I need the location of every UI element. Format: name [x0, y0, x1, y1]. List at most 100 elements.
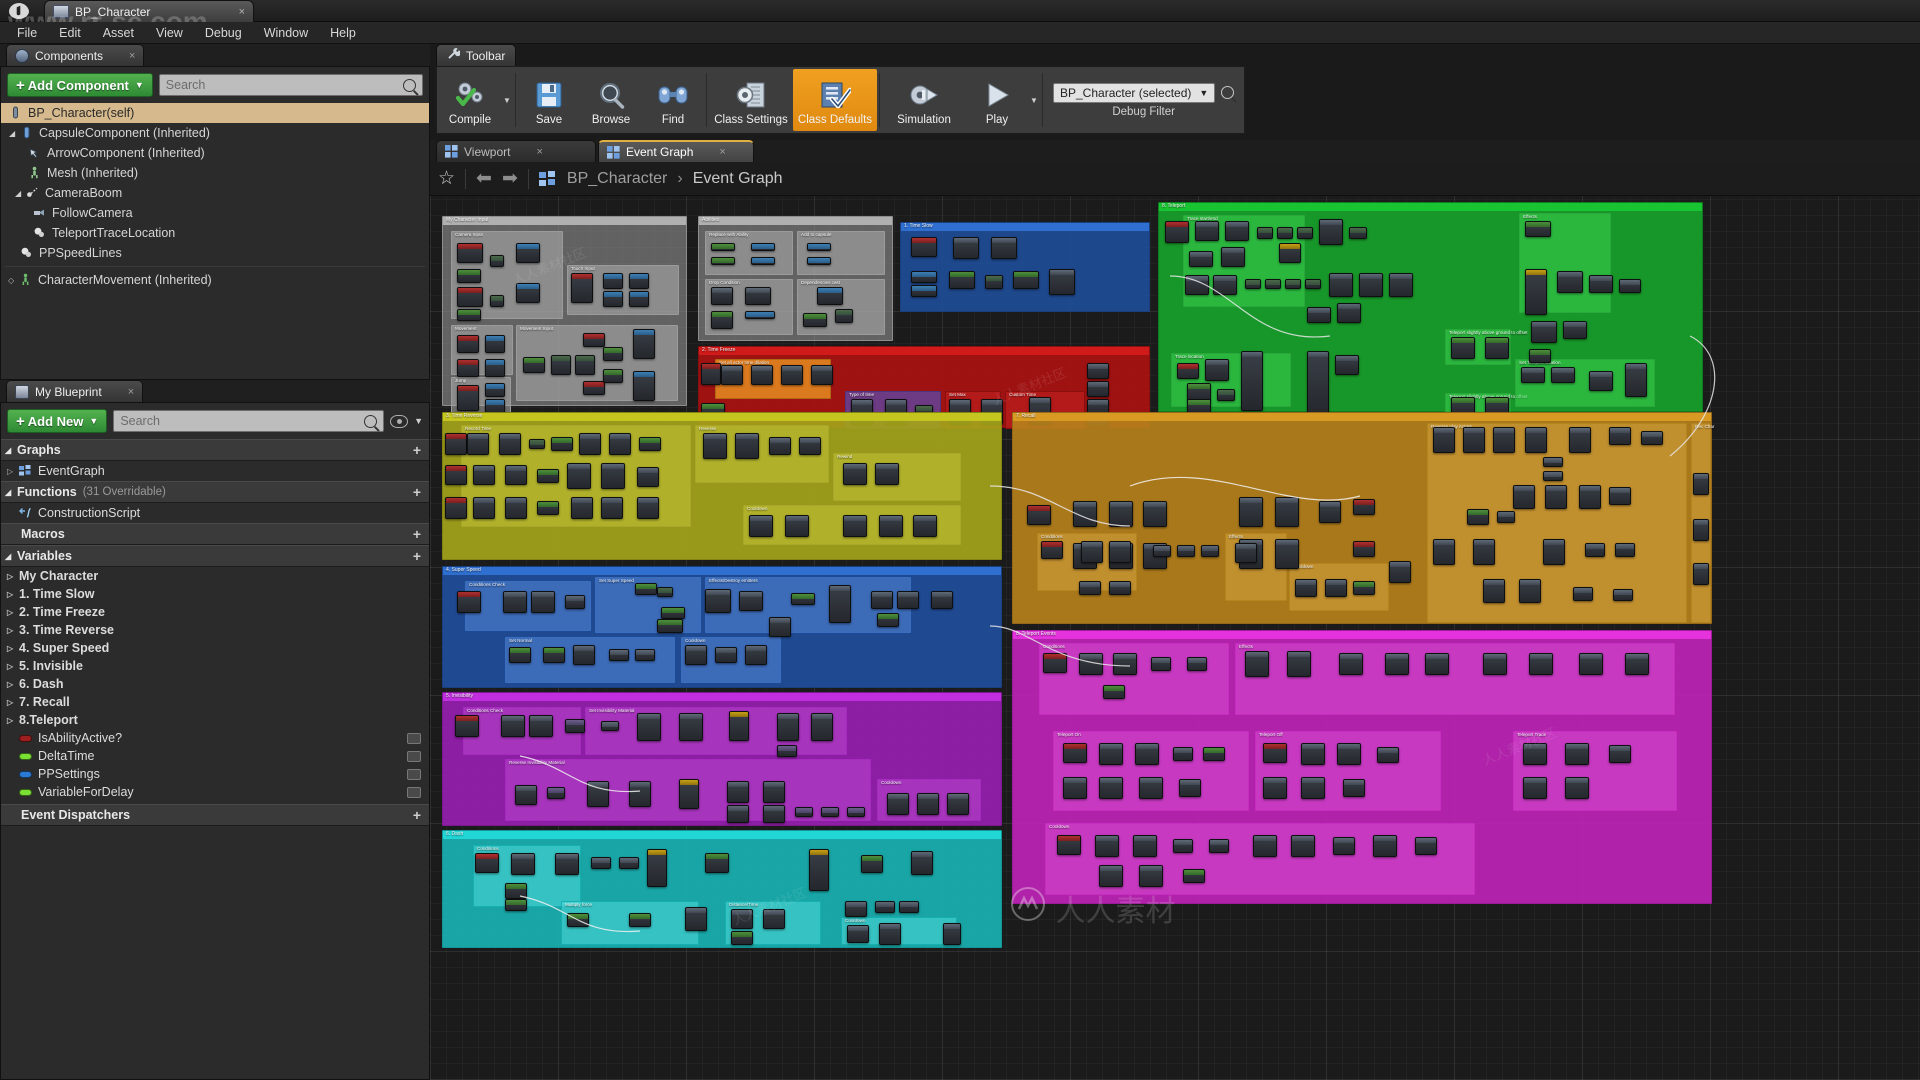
graph-node[interactable]: [953, 237, 979, 259]
graph-node[interactable]: [1109, 541, 1131, 563]
comment-box-teleport-events[interactable]: 8. Teleport Events Conditions Effects Te…: [1012, 630, 1712, 904]
comment-box-recall[interactable]: 7. Recall Conditions Effects Cooldown Re…: [1012, 412, 1714, 624]
graph-node[interactable]: [637, 497, 659, 519]
graph-node[interactable]: [1225, 221, 1249, 241]
graph-node[interactable]: [1307, 307, 1331, 323]
tree-item-charactermovement[interactable]: ◇ CharacterMovement (Inherited): [1, 270, 429, 290]
graph-node[interactable]: [1513, 485, 1535, 509]
graph-node[interactable]: [711, 243, 735, 251]
graph-node[interactable]: [601, 463, 625, 489]
graph-node[interactable]: [1389, 273, 1413, 297]
graph-node[interactable]: [1625, 653, 1649, 675]
graph-node[interactable]: [1359, 273, 1383, 297]
graph-node[interactable]: [731, 931, 753, 945]
graph-node[interactable]: [567, 913, 589, 927]
chevron-right-icon[interactable]: ▷: [7, 590, 19, 599]
menu-item-window[interactable]: Window: [253, 24, 319, 42]
graph-node[interactable]: [835, 309, 853, 323]
graph-node[interactable]: [875, 463, 899, 485]
eye-icon[interactable]: [407, 768, 421, 780]
graph-node[interactable]: [457, 309, 481, 321]
tab-event-graph[interactable]: Event Graph ×: [598, 140, 754, 162]
graph-node[interactable]: [1579, 485, 1601, 509]
menu-item-debug[interactable]: Debug: [194, 24, 253, 42]
graph-node[interactable]: [1301, 743, 1325, 765]
breadcrumb-root[interactable]: BP_Character: [567, 170, 668, 188]
graph-node[interactable]: [763, 805, 785, 823]
graph-node[interactable]: [639, 437, 661, 451]
list-item-invisible[interactable]: ▷ 5. Invisible: [1, 657, 429, 675]
list-item-variablefordelay[interactable]: VariableForDelay: [1, 783, 429, 801]
graph-node[interactable]: [633, 371, 655, 401]
graph-node[interactable]: [529, 715, 553, 737]
graph-node[interactable]: [575, 355, 595, 375]
graph-node[interactable]: [1343, 779, 1365, 797]
graph-node[interactable]: [516, 283, 540, 303]
graph-node[interactable]: [657, 619, 683, 633]
graph-node[interactable]: [565, 595, 585, 609]
graph-node[interactable]: [1305, 279, 1321, 289]
graph-node[interactable]: [573, 645, 595, 665]
graph-node[interactable]: [847, 925, 869, 943]
graph-node[interactable]: [635, 649, 655, 661]
graph-node[interactable]: [1483, 653, 1507, 675]
graph-node[interactable]: [555, 853, 579, 875]
back-arrow-icon[interactable]: ⬅: [476, 167, 492, 190]
graph-node[interactable]: [603, 369, 623, 383]
chevron-right-icon[interactable]: ▷: [7, 467, 19, 476]
graph-node[interactable]: [457, 359, 479, 377]
graph-node[interactable]: [1349, 227, 1367, 239]
graph-node[interactable]: [1063, 743, 1087, 763]
graph-node[interactable]: [1275, 497, 1299, 527]
graph-node[interactable]: [1041, 541, 1063, 559]
graph-node[interactable]: [711, 287, 733, 305]
graph-node[interactable]: [871, 591, 893, 609]
comment-box-teleport[interactable]: 8. Teleport Trace start/end Effects Tele…: [1158, 202, 1703, 417]
tree-item-capsulecomponent[interactable]: CapsuleComponent (Inherited): [1, 123, 429, 143]
comment-box-time-reverse[interactable]: 3. Time Reverse Record Time Reverse Rewi…: [442, 412, 1002, 560]
chevron-right-icon[interactable]: ▷: [7, 644, 19, 653]
myblueprint-search-input[interactable]: [120, 414, 365, 428]
graph-node[interactable]: [1099, 743, 1123, 765]
graph-node[interactable]: [1609, 487, 1631, 505]
graph-node[interactable]: [551, 355, 571, 375]
graph-node[interactable]: [1613, 589, 1633, 601]
graph-node[interactable]: [1693, 519, 1709, 541]
graph-node[interactable]: [1183, 869, 1205, 883]
graph-node[interactable]: [1151, 657, 1171, 671]
graph-node[interactable]: [603, 273, 623, 289]
graph-node[interactable]: [629, 291, 649, 307]
chevron-right-icon[interactable]: ▷: [7, 572, 19, 581]
chevron-right-icon[interactable]: ▷: [7, 680, 19, 689]
menu-item-edit[interactable]: Edit: [48, 24, 92, 42]
graph-node[interactable]: [1377, 747, 1399, 763]
graph-node[interactable]: [1195, 221, 1219, 241]
list-item-time-reverse[interactable]: ▷ 3. Time Reverse: [1, 621, 429, 639]
graph-node[interactable]: [473, 465, 495, 485]
graph-node[interactable]: [445, 497, 467, 519]
graph-node[interactable]: [1139, 777, 1163, 799]
tab-toolbar[interactable]: Toolbar: [436, 44, 517, 66]
graph-node[interactable]: [523, 357, 545, 373]
graph-node[interactable]: [1463, 427, 1485, 453]
comment-box-time-slow[interactable]: 1. Time Slow: [900, 222, 1150, 312]
chevron-right-icon[interactable]: ▷: [7, 626, 19, 635]
graph-node[interactable]: [1153, 545, 1171, 557]
search-icon[interactable]: [1221, 86, 1235, 99]
graph-node[interactable]: [1203, 747, 1225, 761]
graph-node[interactable]: [1523, 743, 1547, 765]
graph-node[interactable]: [1073, 501, 1097, 527]
graph-node[interactable]: [1205, 359, 1229, 381]
list-item-super-speed[interactable]: ▷ 4. Super Speed: [1, 639, 429, 657]
graph-node[interactable]: [587, 781, 609, 807]
graph-node[interactable]: [601, 721, 619, 731]
chevron-right-icon[interactable]: ▷: [7, 716, 19, 725]
graph-node[interactable]: [1295, 579, 1317, 597]
eye-icon[interactable]: [407, 732, 421, 744]
comment-box-dash[interactable]: 6. Dash Conditions Multiply force Distan…: [442, 830, 1002, 948]
graph-node[interactable]: [485, 335, 505, 353]
comment-box-abilities[interactable]: Abilities Replace with Ability Add to ca…: [698, 216, 893, 341]
graph-node[interactable]: [505, 883, 527, 899]
graph-node[interactable]: [609, 433, 631, 455]
graph-node[interactable]: [490, 295, 504, 307]
